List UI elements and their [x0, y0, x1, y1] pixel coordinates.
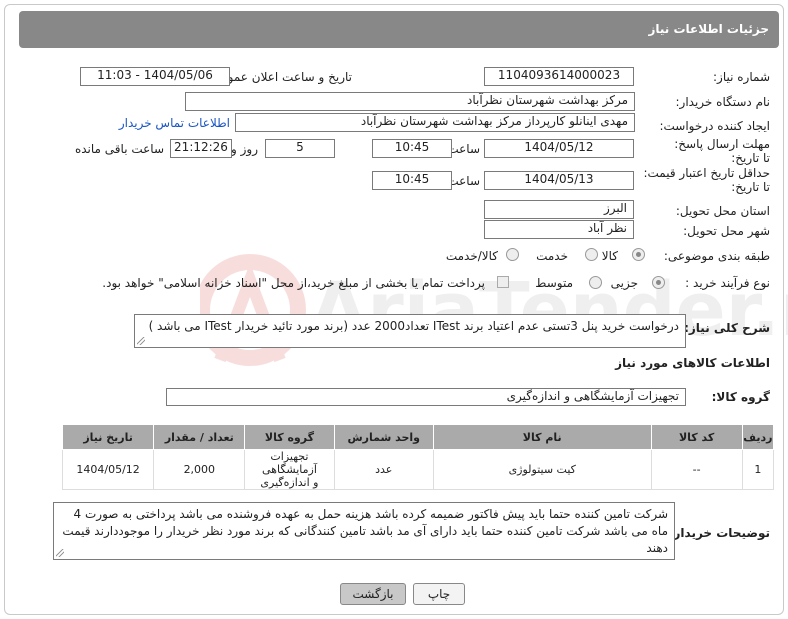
need-number-label: شماره نیاز:	[713, 70, 770, 84]
need-number-field: 1104093614000023	[484, 67, 634, 86]
price-time-field: 10:45	[372, 171, 452, 190]
days-field: 5	[265, 139, 335, 158]
col-date: تاریخ نیاز	[61, 424, 155, 450]
category-radio-goods[interactable]	[632, 248, 645, 261]
days-label: روز و	[231, 142, 258, 156]
buyer-notes-text: شرکت تامین کننده حتما باید پیش فاکتور ضم…	[62, 507, 668, 555]
table-row: 1 -- کیت سیتولوژی عدد تجهیزات آزمایشگاهی…	[61, 449, 775, 490]
goods-table-header: ردیف کد کالا نام کالا واحد شمارش گروه کا…	[61, 424, 775, 450]
treasury-note: پرداخت تمام یا بخشی از مبلغ خرید،از محل …	[102, 276, 485, 290]
category-radio-service[interactable]	[585, 248, 598, 261]
price-time-label: ساعت	[447, 174, 480, 188]
reply-time-label: ساعت	[447, 142, 480, 156]
price-date-field: 1404/05/13	[484, 171, 634, 190]
price-validity-label: حداقل تاریخ اعتبار قیمت: تا تاریخ:	[643, 166, 770, 194]
reply-date-field: 1404/05/12	[484, 139, 634, 158]
col-name: نام کالا	[432, 424, 652, 450]
process-radio-medium[interactable]	[589, 276, 602, 289]
requester-field: مهدی اینانلو کارپرداز مرکز بهداشت شهرستا…	[235, 113, 635, 132]
process-radio-partial[interactable]	[652, 276, 665, 289]
goods-group-field: تجهیزات آزمایشگاهی و اندازه‌گیری	[166, 388, 686, 406]
process-option-partial: جزیی	[610, 276, 638, 290]
remaining-label: ساعت باقی مانده	[74, 142, 164, 156]
buyer-notes-field: شرکت تامین کننده حتما باید پیش فاکتور ضم…	[53, 502, 675, 560]
city-field: نظر آباد	[484, 220, 634, 239]
col-unit: واحد شمارش	[333, 424, 434, 450]
col-group: گروه کالا	[244, 424, 335, 450]
print-button[interactable]: چاپ	[413, 583, 465, 605]
category-radio-both[interactable]	[506, 248, 519, 261]
city-label: شهر محل تحویل:	[683, 224, 770, 238]
category-option-both: کالا/خدمت	[445, 249, 498, 263]
remaining-time-field: 21:12:26	[170, 139, 232, 158]
buyer-org-label: نام دستگاه خریدار:	[675, 95, 771, 109]
summary-text: درخواست خرید پنل 3تستی عدم اعتیاد برند I…	[148, 319, 679, 333]
col-code: کد کالا	[650, 424, 743, 450]
row-name: کیت سیتولوژی	[432, 449, 652, 490]
process-option-medium: متوسط	[535, 276, 573, 290]
col-index: ردیف	[741, 424, 775, 450]
row-unit: عدد	[333, 449, 434, 490]
row-group: تجهیزات آزمایشگاهی و اندازه‌گیری	[244, 449, 335, 490]
category-option-goods: کالا	[601, 249, 618, 263]
col-qty: تعداد / مقدار	[153, 424, 246, 450]
category-label: طبقه بندی موضوعی:	[663, 249, 770, 263]
summary-label: شرح کلی نیاز:	[684, 321, 770, 335]
back-button[interactable]: بازگشت	[340, 583, 406, 605]
resize-grip-icon[interactable]	[137, 337, 145, 345]
buyer-org-field: مرکز بهداشت شهرستان نظرآباد	[185, 92, 635, 111]
row-qty: 2,000	[153, 449, 246, 490]
buyer-notes-label: توضیحات خریدار:	[668, 526, 770, 540]
goods-group-label: گروه کالا:	[711, 390, 770, 404]
process-label: نوع فرآیند خرید :	[685, 276, 770, 290]
province-label: استان محل تحویل:	[675, 204, 770, 218]
row-code: --	[650, 449, 743, 490]
reply-time-field: 10:45	[372, 139, 452, 158]
summary-field: درخواست خرید پنل 3تستی عدم اعتیاد برند I…	[134, 314, 686, 348]
row-index: 1	[741, 449, 775, 490]
province-field: البرز	[484, 200, 634, 219]
page-title: جزئیات اطلاعات نیاز	[19, 11, 779, 48]
goods-table: ردیف کد کالا نام کالا واحد شمارش گروه کا…	[61, 424, 775, 490]
reply-deadline-label: مهلت ارسال پاسخ: تا تاریخ:	[674, 137, 770, 165]
buyer-contact-link[interactable]: اطلاعات تماس خریدار	[119, 116, 230, 130]
category-option-service: خدمت	[536, 249, 568, 263]
requester-label: ایجاد کننده درخواست:	[659, 119, 770, 133]
goods-section-title: اطلاعات کالاهای مورد نیاز	[615, 356, 770, 370]
row-date: 1404/05/12	[61, 449, 155, 490]
announce-field: 1404/05/06 - 11:03	[80, 67, 230, 86]
treasury-checkbox[interactable]	[497, 276, 509, 288]
resize-grip-icon[interactable]	[56, 549, 64, 557]
